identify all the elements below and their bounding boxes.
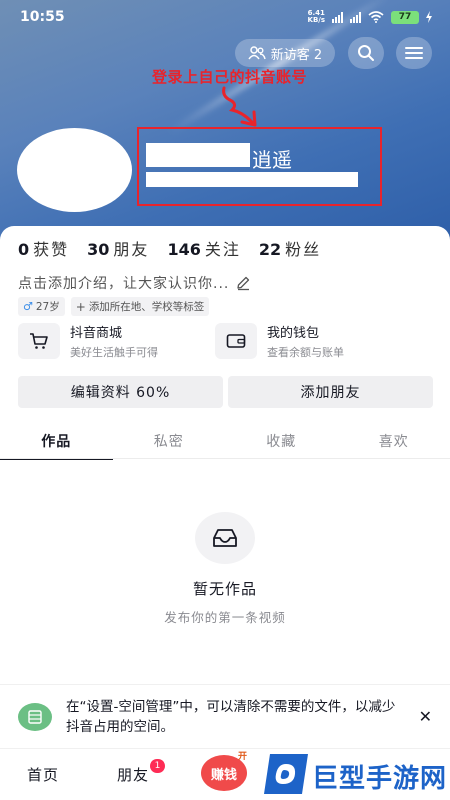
empty-state-subtitle: 发布你的第一条视频 [164, 610, 286, 625]
stat-value: 30 [87, 240, 110, 259]
stat-friends[interactable]: 30 朋友 [87, 236, 149, 260]
stat-likes[interactable]: 0 获赞 [18, 236, 69, 260]
stat-label: 关注 [204, 240, 241, 259]
pencil-icon [237, 276, 250, 291]
stat-value: 22 [258, 240, 282, 259]
tag-add-label: 添加所在地、学校等标签 [88, 301, 205, 313]
shortcut-wallet[interactable]: 我的钱包 查看余额与账单 [215, 322, 344, 360]
edit-profile-button[interactable]: 编辑资料 60% [18, 376, 223, 408]
stat-followers[interactable]: 22 粉丝 [259, 236, 321, 260]
net-speed-unit: KB/s [307, 16, 325, 24]
menu-button[interactable] [396, 37, 432, 69]
nickname: 逍遥 [252, 148, 292, 172]
tab-works[interactable]: 作品 [0, 424, 113, 460]
stat-value: 146 [167, 240, 201, 259]
watermark-logo-icon [264, 754, 308, 794]
earn-tag: 开 [238, 752, 248, 762]
stat-value: 0 [18, 240, 30, 259]
tag-add[interactable]: + 添加所在地、学校等标签 [70, 297, 210, 316]
profile-stats: 0 获赞 30 朋友 146 关注 22 粉丝 [18, 236, 321, 260]
people-icon [248, 46, 266, 60]
status-time: 10:55 [20, 9, 65, 25]
empty-state-title: 暂无作品 [192, 580, 257, 598]
new-visitors-button[interactable]: 新访客 2 [235, 39, 335, 67]
search-icon [358, 45, 374, 61]
tab-divider [0, 458, 450, 459]
content-tabs: 作品 私密 收藏 喜欢 [0, 424, 450, 460]
add-friend-button[interactable]: 添加朋友 [228, 376, 433, 408]
shortcut-mall[interactable]: 抖音商城 美好生活触手可得 [18, 322, 158, 360]
signal-icon-2 [350, 11, 361, 23]
nav-home[interactable]: 首页 [27, 764, 59, 785]
menu-icon [405, 47, 423, 59]
bio-edit[interactable]: 点击添加介绍，让大家认识你... [18, 273, 251, 293]
plus-icon: + [75, 299, 86, 314]
avatar[interactable] [17, 128, 132, 212]
stat-following[interactable]: 146 关注 [167, 236, 240, 260]
storage-notice[interactable]: 在“设置-空间管理”中，可以清除不需要的文件，以减少抖音占用的空间。 ✕ [0, 684, 450, 748]
close-icon[interactable]: ✕ [419, 707, 432, 726]
battery-icon: 77 [391, 10, 419, 24]
friends-badge: 1 [150, 759, 165, 773]
tag-age[interactable]: ♂ 27岁 [18, 297, 65, 316]
stat-label: 朋友 [113, 240, 150, 259]
inbox-icon [195, 512, 255, 564]
new-visitors-label: 新访客 2 [270, 47, 323, 63]
nav-friends[interactable]: 朋友 [117, 764, 149, 785]
net-speed: 6.41 KB/s [308, 10, 325, 24]
redaction-mask-id [146, 172, 358, 187]
shortcut-mall-subtitle: 美好生活触手可得 [70, 346, 158, 359]
status-bar: 10:55 6.41 KB/s 77 [0, 0, 450, 34]
bio-placeholder: 点击添加介绍，让大家认识你... [18, 276, 230, 292]
signal-icon [332, 11, 343, 23]
profile-tags: ♂ 27岁 + 添加所在地、学校等标签 [18, 297, 210, 316]
tag-age-label: 27岁 [35, 301, 60, 313]
search-button[interactable] [348, 37, 384, 69]
shortcut-mall-title: 抖音商城 [70, 326, 123, 341]
charging-icon [426, 11, 432, 23]
stat-label: 粉丝 [285, 240, 322, 259]
annotation-arrow-icon [222, 86, 257, 127]
wallet-icon [215, 323, 257, 359]
tab-likes[interactable]: 喜欢 [338, 424, 450, 458]
stat-label: 获赞 [33, 240, 70, 259]
watermark-text: 巨型手游网 [312, 764, 448, 794]
shortcut-wallet-title: 我的钱包 [267, 326, 320, 341]
male-icon: ♂ [23, 300, 33, 313]
cart-icon [18, 323, 60, 359]
storage-icon [18, 702, 52, 731]
tab-private[interactable]: 私密 [113, 424, 226, 458]
tab-favorites[interactable]: 收藏 [225, 424, 338, 458]
status-icons: 6.41 KB/s 77 [308, 10, 432, 24]
shortcut-wallet-subtitle: 查看余额与账单 [267, 346, 344, 359]
redaction-mask [146, 143, 250, 167]
storage-notice-text: 在“设置-空间管理”中，可以清除不需要的文件，以减少抖音占用的空间。 [66, 698, 396, 735]
wifi-icon [368, 11, 384, 23]
